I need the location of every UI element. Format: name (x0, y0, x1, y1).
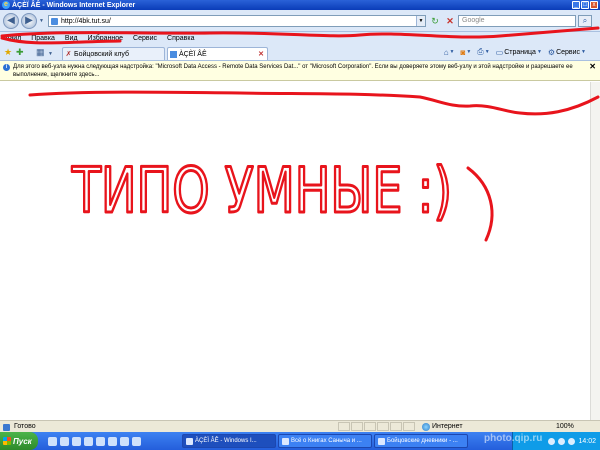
infobar-close-icon[interactable]: ✕ (589, 63, 596, 71)
window-titlebar: e ÀÇÈÏ ÂÊ - Windows Internet Explorer _ … (0, 0, 600, 10)
zoom-level[interactable]: 100% (556, 423, 574, 430)
information-bar[interactable]: i Для этого веб-узла нужна следующая над… (0, 61, 600, 81)
quick-launch-icon[interactable] (48, 436, 57, 446)
page-icon (51, 17, 58, 25)
address-bar[interactable]: http://4bk.tut.su/ ▼ (48, 15, 426, 27)
infobar-text[interactable]: Для этого веб-узла нужна следующая надст… (13, 64, 573, 78)
vertical-scrollbar[interactable] (590, 82, 600, 420)
status-bar: Готово Интернет 100% (0, 420, 600, 432)
tray-icon[interactable] (568, 437, 576, 445)
window-controls: _ □ x (572, 1, 598, 9)
clock[interactable]: 14:02 (578, 438, 596, 445)
page-icon: ▭ (495, 47, 504, 57)
status-ready-text: Готово (0, 423, 36, 431)
refresh-icon[interactable]: ↻ (429, 15, 441, 27)
taskbar-button-label: ÀÇÈÏ ÂÊ - Windows I... (195, 438, 257, 444)
stop-icon[interactable]: ✕ (444, 15, 456, 27)
quick-launch-icon[interactable] (84, 436, 93, 446)
taskbar-button-diaries[interactable]: Бойцовские дневники - ... (374, 434, 468, 448)
quick-launch-icon[interactable] (120, 436, 129, 446)
ie-logo-icon: e (2, 1, 10, 9)
gear-icon: ⚙ (547, 47, 556, 57)
window-task-icon (378, 437, 385, 445)
command-bar: ⌂ ▼ ◙ ▼ ⎙ ▼ ▭ Страница ▼ ⚙ Сервис ▼ (444, 47, 586, 57)
page-favicon-icon (170, 50, 177, 58)
window-task-icon (282, 437, 289, 445)
menu-tools[interactable]: Сервис (133, 35, 157, 42)
feeds-button[interactable]: ◙ ▼ (460, 48, 471, 57)
tab-fight-club[interactable]: ✗ Бойцовский клуб (62, 47, 165, 60)
maximize-button[interactable]: □ (581, 1, 589, 9)
close-button[interactable]: x (590, 1, 598, 9)
home-icon: ⌂ (443, 47, 449, 57)
quick-launch-icon[interactable] (96, 436, 105, 446)
menu-edit[interactable]: Правка (31, 35, 55, 42)
zone-label: Интернет (432, 423, 463, 430)
close-tab-icon[interactable]: ✕ (258, 50, 264, 58)
start-button[interactable]: Пуск (0, 432, 38, 450)
address-url[interactable]: http://4bk.tut.su/ (61, 18, 111, 25)
globe-icon (422, 422, 430, 431)
tab-bar: ★ ✚ ▦ ▼ ✗ Бойцовский клуб ÀÇÈÏ ÂÊ ✕ ⌂ ▼ ◙… (0, 44, 600, 61)
menu-favorites[interactable]: Избранное (88, 35, 123, 42)
quick-tabs-icon[interactable]: ▦ (36, 48, 45, 57)
menu-view[interactable]: Вид (65, 35, 78, 42)
windows-flag-icon (3, 437, 11, 445)
search-input[interactable]: Google (458, 15, 576, 27)
recent-pages-dropdown[interactable]: ▼ (39, 18, 44, 24)
page-menu-button[interactable]: ▭ Страница ▼ (496, 48, 542, 57)
address-toolbar: ◀ ▶ ▼ http://4bk.tut.su/ ▼ ↻ ✕ Google ⌕ (0, 10, 600, 32)
page-content (0, 82, 600, 420)
tab-current[interactable]: ÀÇÈÏ ÂÊ ✕ (167, 47, 268, 60)
menu-bar: Файл Правка Вид Избранное Сервис Справка (0, 32, 600, 44)
quick-launch-icon[interactable] (60, 436, 69, 446)
info-shield-icon: i (3, 64, 10, 71)
home-button[interactable]: ⌂ ▼ (444, 48, 455, 57)
status-cells (338, 422, 415, 431)
quick-launch-icon[interactable] (72, 436, 81, 446)
tools-menu-button[interactable]: ⚙ Сервис ▼ (548, 48, 586, 57)
x-favicon-icon: ✗ (65, 50, 72, 58)
security-zone[interactable]: Интернет (422, 422, 463, 431)
favorites-star-icon[interactable]: ★ (4, 48, 12, 57)
tab-label: Бойцовский клуб (74, 50, 130, 58)
print-button[interactable]: ⎙ ▼ (477, 47, 489, 57)
taskbar-button-label: Всё о Книгах Саныча и ... (291, 438, 362, 444)
search-icon[interactable]: ⌕ (578, 15, 592, 27)
forward-button[interactable]: ▶ (21, 13, 37, 29)
address-dropdown-button[interactable]: ▼ (416, 16, 425, 26)
tab-label: ÀÇÈÏ ÂÊ (179, 50, 207, 58)
minimize-button[interactable]: _ (572, 1, 580, 9)
add-favorites-icon[interactable]: ✚ (16, 48, 24, 57)
quick-launch-icon[interactable] (108, 436, 117, 446)
watermark-text: photo.qip.ru (484, 433, 543, 444)
page-menu-label: Страница (504, 48, 536, 56)
menu-file[interactable]: Файл (4, 35, 21, 42)
start-label: Пуск (13, 436, 32, 446)
tray-icon[interactable] (558, 437, 566, 445)
tab-list-dropdown[interactable]: ▼ (48, 50, 53, 59)
taskbar-button-ie[interactable]: ÀÇÈÏ ÂÊ - Windows I... (182, 434, 276, 448)
taskbar-button-books[interactable]: Всё о Книгах Саныча и ... (278, 434, 372, 448)
tools-menu-label: Сервис (556, 48, 581, 56)
menu-help[interactable]: Справка (167, 35, 194, 42)
taskbar-button-label: Бойцовские дневники - ... (387, 438, 458, 444)
printer-icon: ⎙ (477, 47, 484, 56)
tray-icon[interactable] (548, 437, 556, 445)
rss-icon: ◙ (460, 47, 466, 57)
quick-launch-icon[interactable] (132, 436, 141, 446)
ie-task-icon (186, 437, 193, 445)
window-title: ÀÇÈÏ ÂÊ - Windows Internet Explorer (12, 1, 136, 9)
back-button[interactable]: ◀ (3, 13, 19, 29)
quick-launch (48, 436, 141, 446)
